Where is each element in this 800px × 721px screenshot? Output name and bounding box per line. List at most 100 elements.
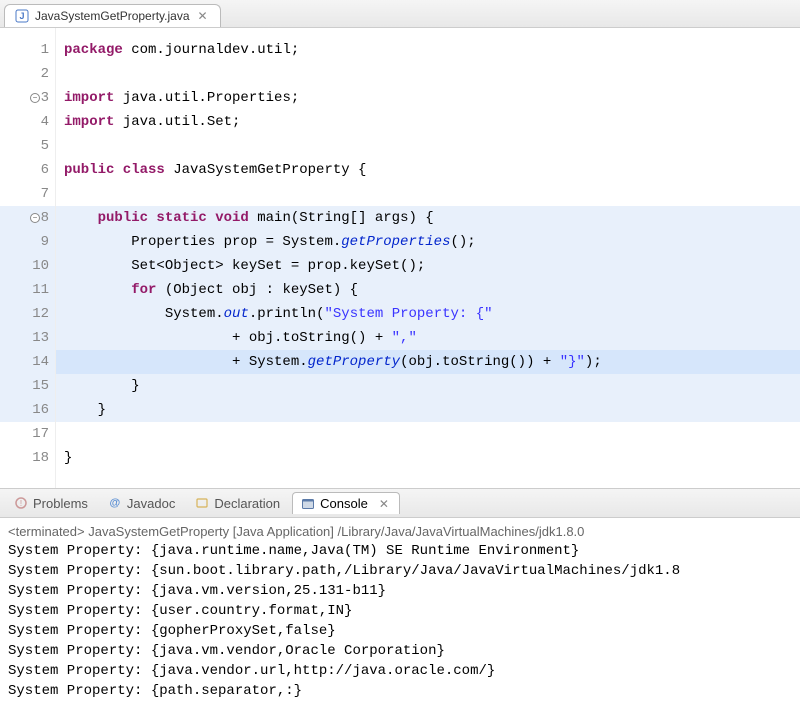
line-number: 8− <box>0 206 55 230</box>
code-token: main(String[] args) { <box>257 210 433 226</box>
code-line[interactable]: import java.util.Properties; <box>56 86 800 110</box>
line-number: 5 <box>0 134 55 158</box>
code-token: public class <box>64 162 173 178</box>
editor-area[interactable]: 123−45678−9101112131415161718 package co… <box>0 28 800 488</box>
svg-text:J: J <box>19 11 24 21</box>
line-number: 12 <box>0 302 55 326</box>
line-number: 10 <box>0 254 55 278</box>
console-line: System Property: {java.vm.version,25.131… <box>8 581 792 601</box>
code-token: ); <box>585 354 602 370</box>
declaration-icon <box>195 496 209 510</box>
line-number-gutter: 123−45678−9101112131415161718 <box>0 28 56 488</box>
line-number: 18 <box>0 446 55 470</box>
code-token: "," <box>392 330 417 346</box>
code-token: (obj.toString()) + <box>400 354 560 370</box>
code-line[interactable]: Set<Object> keySet = prop.keySet(); <box>56 254 800 278</box>
code-line[interactable]: + obj.toString() + "," <box>56 326 800 350</box>
line-number: 3− <box>0 86 55 110</box>
tab-problems[interactable]: ! Problems <box>6 493 96 514</box>
code-token: } <box>64 402 106 418</box>
code-token: java.util.Properties; <box>123 90 299 106</box>
code-line[interactable]: public class JavaSystemGetProperty { <box>56 158 800 182</box>
code-line[interactable]: package com.journaldev.util; <box>56 38 800 62</box>
code-token: import <box>64 90 123 106</box>
console-line: System Property: {java.runtime.name,Java… <box>8 541 792 561</box>
code-token <box>64 282 131 298</box>
bottom-tab-bar: ! Problems @ Javadoc Declaration Console… <box>0 488 800 518</box>
line-number: 15 <box>0 374 55 398</box>
code-token: + System. <box>64 354 308 370</box>
code-token: out <box>224 306 249 322</box>
code-line[interactable] <box>56 62 800 86</box>
code-token: (); <box>450 234 475 250</box>
code-token: System. <box>64 306 224 322</box>
console-line: System Property: {java.vendor.url,http:/… <box>8 661 792 681</box>
line-number: 7 <box>0 182 55 206</box>
close-icon[interactable]: ✕ <box>377 497 391 511</box>
console-line: System Property: {java.vm.vendor,Oracle … <box>8 641 792 661</box>
tab-label: Problems <box>33 496 88 511</box>
console-launch-label: JavaSystemGetProperty [Java Application]… <box>85 524 585 539</box>
close-icon[interactable]: ✕ <box>196 9 210 23</box>
code-line[interactable]: System.out.println("System Property: {" <box>56 302 800 326</box>
code-content[interactable]: package com.journaldev.util; import java.… <box>56 28 800 488</box>
code-token: com.journaldev.util; <box>131 42 299 58</box>
line-number: 9 <box>0 230 55 254</box>
line-number: 16 <box>0 398 55 422</box>
code-token: java.util.Set; <box>123 114 241 130</box>
code-token: } <box>64 450 72 466</box>
console-icon <box>301 497 315 511</box>
editor-tab[interactable]: J JavaSystemGetProperty.java ✕ <box>4 4 221 27</box>
code-line[interactable]: } <box>56 398 800 422</box>
line-number: 17 <box>0 422 55 446</box>
console-line: System Property: {path.separator,:} <box>8 681 792 701</box>
problems-icon: ! <box>14 496 28 510</box>
line-number: 1 <box>0 38 55 62</box>
code-token: public static void <box>98 210 258 226</box>
code-token: .println( <box>249 306 325 322</box>
code-line[interactable]: } <box>56 446 800 470</box>
code-token: import <box>64 114 123 130</box>
console-output[interactable]: System Property: {java.runtime.name,Java… <box>0 541 800 701</box>
line-number: 4 <box>0 110 55 134</box>
code-token: Set<Object> keySet = prop.keySet(); <box>64 258 425 274</box>
line-number: 13 <box>0 326 55 350</box>
code-line[interactable]: for (Object obj : keySet) { <box>56 278 800 302</box>
javadoc-icon: @ <box>108 496 122 510</box>
console-status: <terminated> JavaSystemGetProperty [Java… <box>0 518 800 541</box>
terminated-label: <terminated> <box>8 524 85 539</box>
line-number: 2 <box>0 62 55 86</box>
line-number: 14 <box>0 350 55 374</box>
code-token <box>64 210 98 226</box>
tab-console[interactable]: Console ✕ <box>292 492 400 514</box>
code-token: "System Property: {" <box>324 306 492 322</box>
code-line[interactable]: public static void main(String[] args) { <box>56 206 800 230</box>
code-line[interactable]: + System.getProperty(obj.toString()) + "… <box>56 350 800 374</box>
code-token: Properties prop = System. <box>64 234 341 250</box>
line-number: 11 <box>0 278 55 302</box>
editor-tab-label: JavaSystemGetProperty.java <box>35 9 190 23</box>
fold-marker-icon[interactable]: − <box>30 213 40 223</box>
code-line[interactable]: Properties prop = System.getProperties()… <box>56 230 800 254</box>
code-line[interactable] <box>56 182 800 206</box>
code-token: } <box>64 378 140 394</box>
tab-javadoc[interactable]: @ Javadoc <box>100 493 183 514</box>
code-token: package <box>64 42 131 58</box>
console-line: System Property: {gopherProxySet,false} <box>8 621 792 641</box>
code-line[interactable]: import java.util.Set; <box>56 110 800 134</box>
code-token: getProperty <box>308 354 400 370</box>
code-token: "}" <box>560 354 585 370</box>
tab-label: Declaration <box>214 496 280 511</box>
tab-declaration[interactable]: Declaration <box>187 493 288 514</box>
svg-text:!: ! <box>20 499 22 508</box>
line-number: 6 <box>0 158 55 182</box>
tab-label: Javadoc <box>127 496 175 511</box>
tab-label: Console <box>320 496 368 511</box>
editor-tab-bar: J JavaSystemGetProperty.java ✕ <box>0 0 800 28</box>
fold-marker-icon[interactable]: − <box>30 93 40 103</box>
code-line[interactable]: } <box>56 374 800 398</box>
code-line[interactable] <box>56 422 800 446</box>
console-line: System Property: {user.country.format,IN… <box>8 601 792 621</box>
code-token: getProperties <box>341 234 450 250</box>
code-line[interactable] <box>56 134 800 158</box>
